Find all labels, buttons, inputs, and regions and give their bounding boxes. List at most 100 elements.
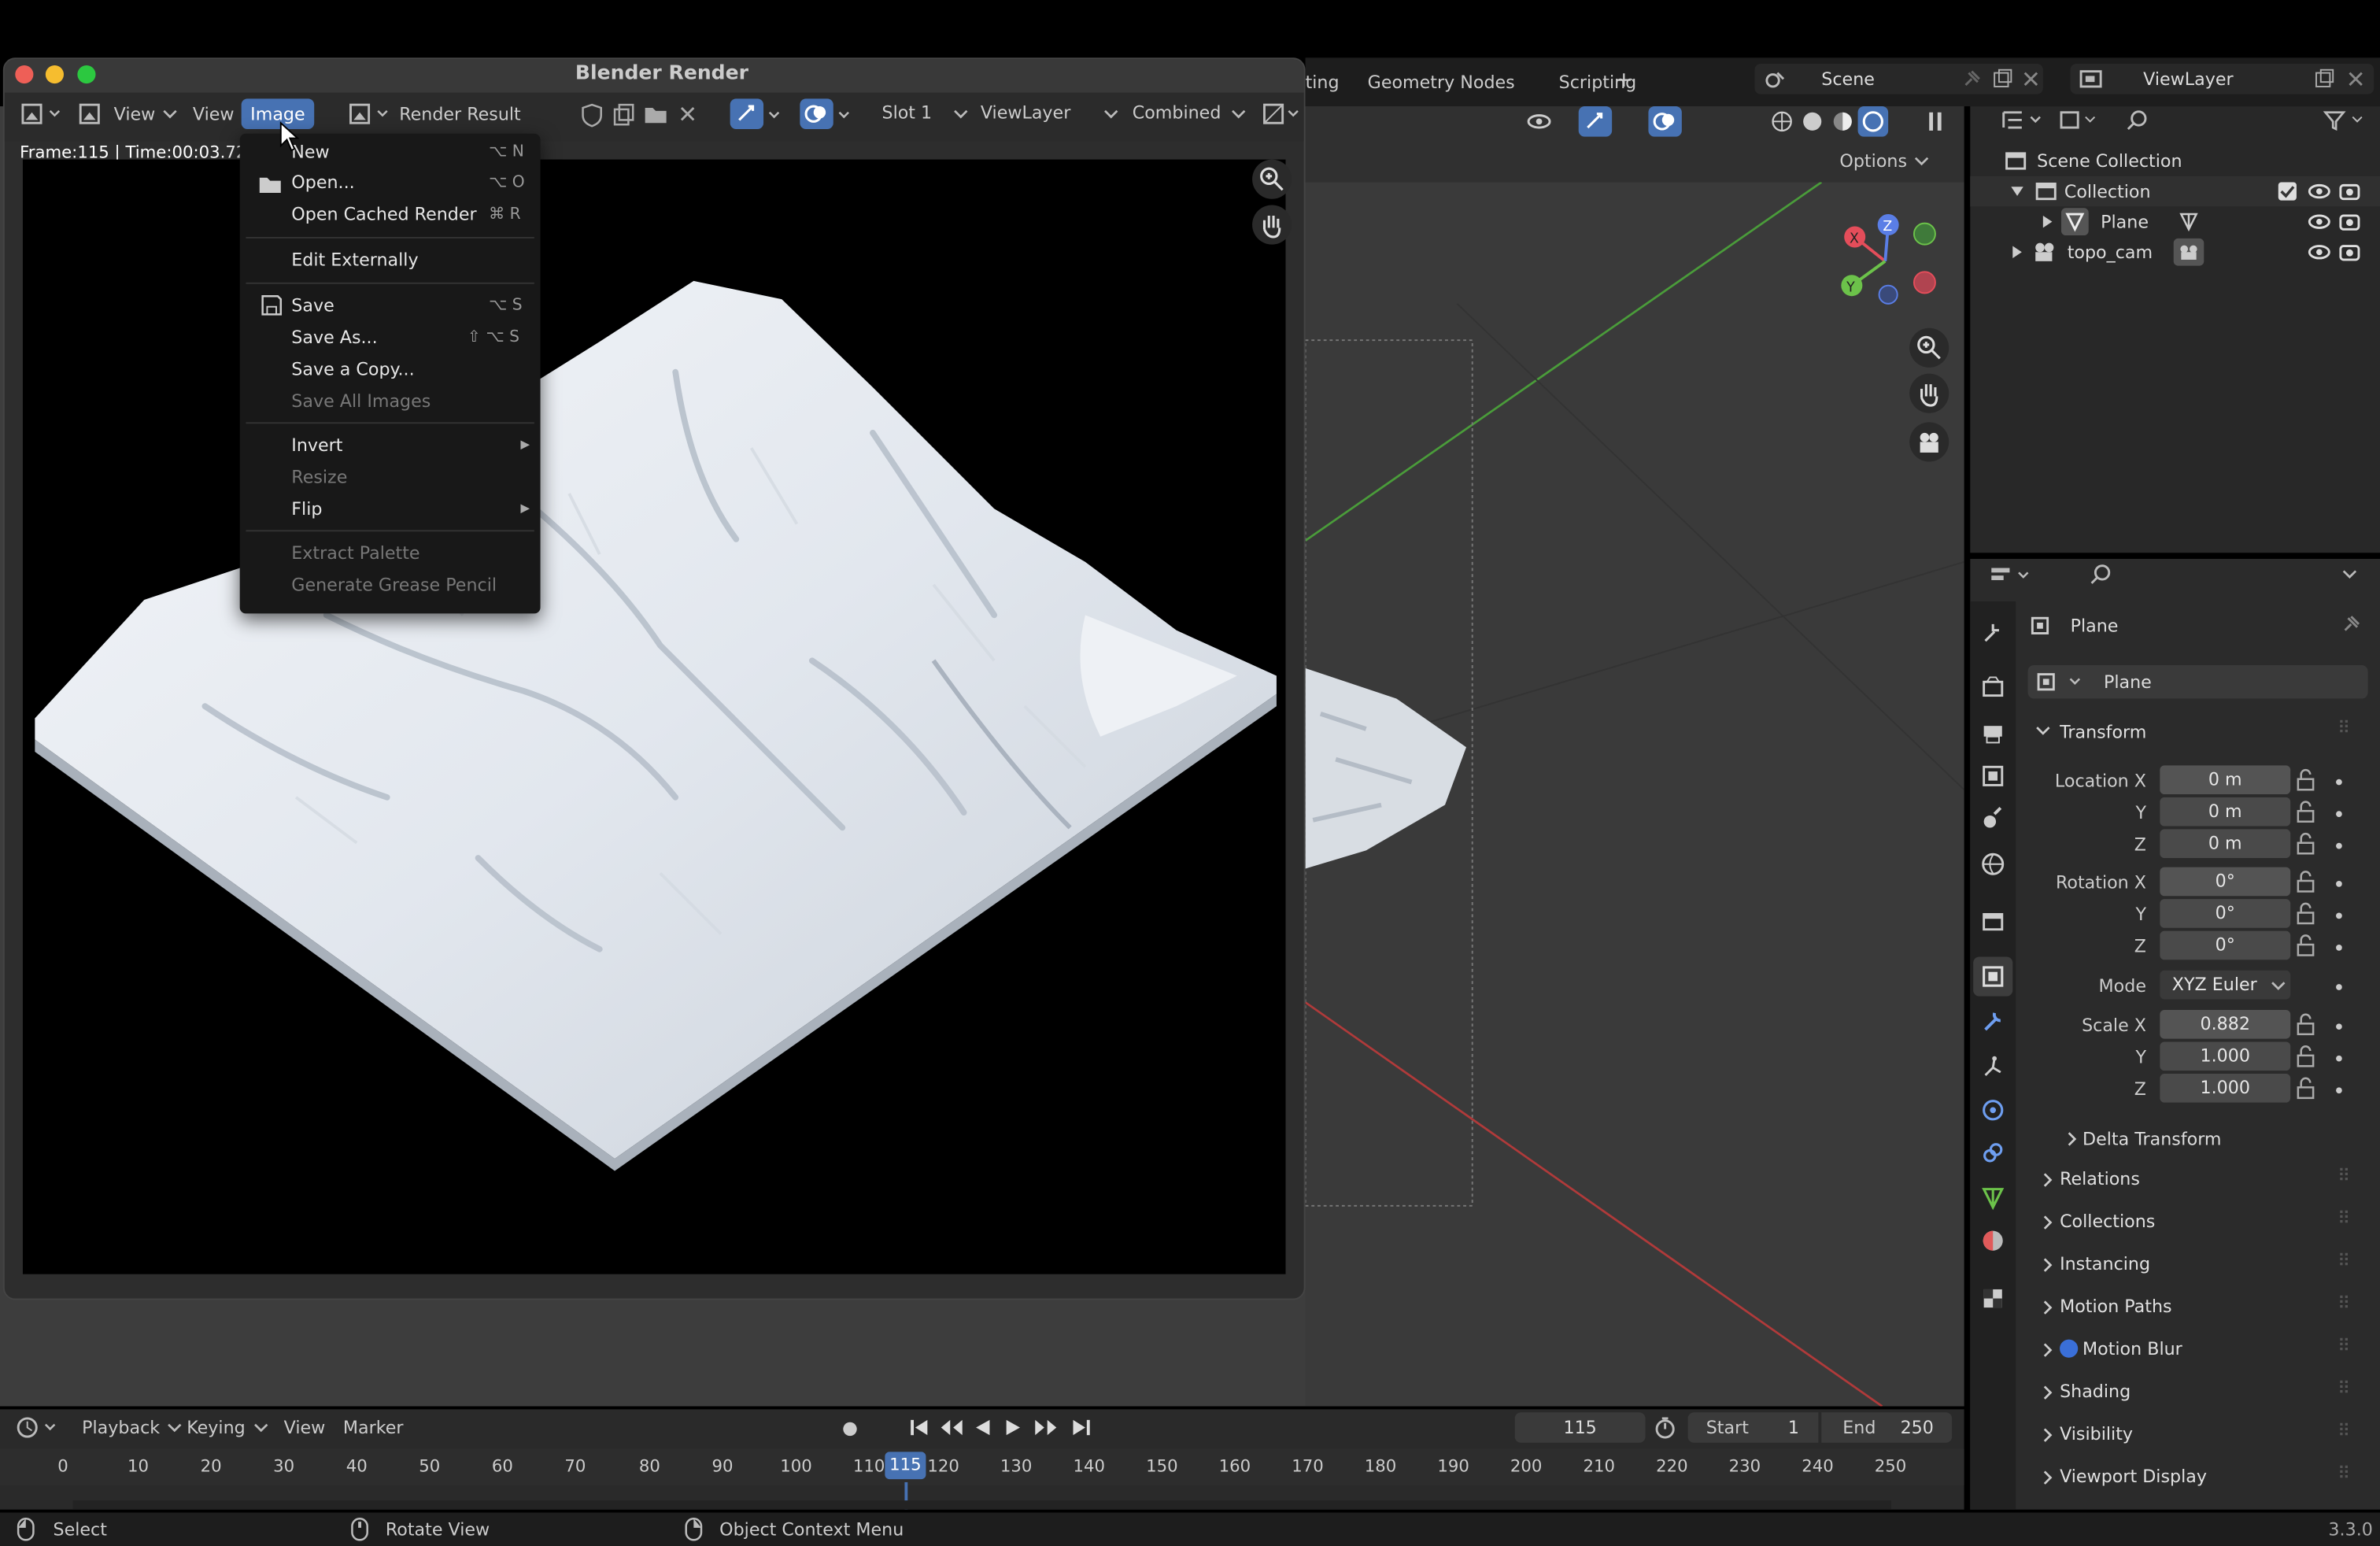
keyframe-dot-icon[interactable]	[2331, 876, 2346, 891]
minimize-window-button[interactable]	[44, 64, 65, 85]
frame-ruler[interactable]: 0 10 20 30 40 50 60 70 80 90 100 110 115…	[0, 1448, 1964, 1485]
panel-visibility[interactable]: Visibility ⠿	[2025, 1418, 2371, 1452]
keyframe-dot-icon[interactable]	[2331, 1051, 2346, 1066]
panel-collections[interactable]: Collections ⠿	[2025, 1206, 2371, 1239]
outliner-row-plane[interactable]: Plane	[1970, 206, 2380, 237]
close-window-button[interactable]	[13, 64, 35, 85]
jump-start-icon[interactable]	[907, 1417, 932, 1438]
filter-icon[interactable]	[2323, 109, 2368, 131]
chevron-down-icon[interactable]	[837, 108, 852, 123]
add-workspace-button[interactable]: +	[1615, 68, 1633, 93]
rotation-z-field[interactable]: 0°	[2160, 930, 2291, 960]
collapse-arrow-icon[interactable]	[2009, 183, 2024, 198]
lock-icon[interactable]	[2295, 870, 2319, 894]
rotation-x-field[interactable]: 0°	[2160, 867, 2291, 897]
play-icon[interactable]	[1003, 1417, 1025, 1438]
image-editor-type[interactable]	[20, 102, 62, 126]
keyframe-dot-icon[interactable]	[2331, 838, 2346, 853]
overlay-toggle[interactable]	[1648, 106, 1682, 137]
lock-icon[interactable]	[2295, 1045, 2319, 1069]
marker-menu[interactable]: Marker	[343, 1417, 404, 1438]
current-frame-indicator[interactable]: 115	[885, 1452, 926, 1480]
drag-handle-icon[interactable]: ⠿	[2338, 717, 2350, 738]
panel-motion-paths[interactable]: Motion Paths ⠿	[2025, 1291, 2371, 1324]
pin-icon[interactable]	[2341, 613, 2362, 634]
display-channels-dropdown[interactable]	[1262, 102, 1301, 126]
render-camera-icon[interactable]	[2338, 211, 2362, 232]
search-icon[interactable]	[2089, 562, 2113, 586]
scene-tab-icon[interactable]	[1979, 805, 2007, 833]
mesh-data-icon[interactable]	[2177, 209, 2201, 234]
playback-menu[interactable]: Playback	[82, 1417, 184, 1438]
render-result-name[interactable]: Render Result	[399, 103, 521, 124]
view-menu[interactable]: View	[193, 103, 235, 124]
location-y-field[interactable]: 0 m	[2160, 797, 2291, 827]
eye-icon[interactable]	[2307, 242, 2331, 263]
drag-handle-icon[interactable]: ⠿	[2338, 1378, 2350, 1399]
lock-icon[interactable]	[2295, 832, 2319, 856]
exclude-checkbox[interactable]	[2277, 181, 2298, 202]
maximize-window-button[interactable]	[76, 64, 97, 85]
camera-view-button[interactable]	[1909, 422, 1949, 462]
panel-motion-blur[interactable]: Motion Blur ⠿	[2025, 1333, 2371, 1367]
viewport-3d[interactable]: X Z Y	[1305, 182, 1964, 1407]
lock-icon[interactable]	[2295, 768, 2319, 793]
prev-keyframe-icon[interactable]	[938, 1417, 966, 1438]
record-icon[interactable]	[839, 1418, 860, 1440]
render-pass-dropdown[interactable]: Combined	[1133, 102, 1248, 123]
panel-shading[interactable]: Shading ⠿	[2025, 1376, 2371, 1409]
drag-handle-icon[interactable]: ⠿	[2338, 1250, 2350, 1271]
outliner-row-collection[interactable]: Collection	[1970, 176, 2380, 207]
timeline-editor-type[interactable]	[15, 1415, 57, 1440]
physics-tab-icon[interactable]	[1979, 1097, 2007, 1124]
unlink-close-icon[interactable]	[678, 105, 697, 123]
navigation-gizmo[interactable]: X Z Y	[1831, 213, 1937, 309]
constraints-tab-icon[interactable]	[1979, 1139, 2007, 1167]
render-window-titlebar[interactable]: Blender Render	[4, 59, 1304, 93]
timeline-scrollbar[interactable]	[72, 1500, 1891, 1510]
material-tab-icon[interactable]	[1979, 1227, 2007, 1255]
delete-scene-icon[interactable]	[2022, 70, 2040, 88]
scene-selector[interactable]: Scene	[1754, 64, 2043, 94]
menu-item-flip[interactable]: Flip	[240, 494, 541, 524]
camera-data-icon[interactable]	[2173, 238, 2204, 266]
keying-menu[interactable]: Keying	[187, 1417, 269, 1438]
new-view-layer-icon[interactable]	[2313, 68, 2334, 90]
keyframe-dot-icon[interactable]	[2331, 775, 2346, 790]
outliner-display-mode[interactable]	[2001, 109, 2043, 131]
next-keyframe-icon[interactable]	[1032, 1417, 1059, 1438]
properties-editor-type[interactable]	[1988, 565, 2031, 586]
render-pan-button[interactable]	[1252, 205, 1292, 245]
expand-arrow-icon[interactable]	[2009, 245, 2024, 260]
eye-icon[interactable]	[2307, 211, 2331, 232]
modifier-tab-icon[interactable]	[1979, 1008, 2007, 1036]
drag-handle-icon[interactable]: ⠿	[2338, 1420, 2350, 1441]
collection-tab-icon[interactable]	[1979, 908, 2007, 936]
menu-item-save-copy[interactable]: Save a Copy...	[240, 354, 541, 385]
eye-icon[interactable]	[2307, 181, 2331, 202]
open-folder-icon[interactable]	[644, 103, 668, 124]
image-gizmo-toggle[interactable]	[730, 98, 764, 129]
wireframe-shading-icon[interactable]	[1770, 109, 1794, 134]
tool-tab-icon[interactable]	[1979, 620, 2007, 647]
panel-relations[interactable]: Relations ⠿	[2025, 1163, 2371, 1196]
current-frame-field[interactable]: 115	[1514, 1412, 1646, 1443]
location-z-field[interactable]: 0 m	[2160, 829, 2291, 859]
new-scene-icon[interactable]	[1991, 68, 2012, 90]
lock-icon[interactable]	[2295, 1077, 2319, 1101]
outliner-scene-collection[interactable]: Scene Collection	[2004, 146, 2182, 176]
duplicate-icon[interactable]	[612, 103, 636, 128]
menu-item-save[interactable]: Save ⌥ S	[240, 290, 541, 320]
expand-arrow-icon[interactable]	[2040, 214, 2055, 229]
transform-panel-header[interactable]: Transform ⠿	[2025, 714, 2371, 750]
keyframe-dot-icon[interactable]	[2331, 940, 2346, 955]
menu-item-invert[interactable]: Invert	[240, 430, 541, 460]
visibility-icon[interactable]	[1524, 109, 1566, 134]
object-datablock-field[interactable]: Plane	[2027, 665, 2368, 699]
scale-z-field[interactable]: 1.000	[2160, 1073, 2291, 1103]
view-layer-tab-icon[interactable]	[1979, 762, 2007, 790]
filter-view-layer-icon[interactable]	[2058, 109, 2097, 131]
drag-handle-icon[interactable]: ⠿	[2338, 1335, 2350, 1356]
image-menu[interactable]: Image	[241, 98, 315, 129]
render-tab-icon[interactable]	[1979, 675, 2007, 702]
